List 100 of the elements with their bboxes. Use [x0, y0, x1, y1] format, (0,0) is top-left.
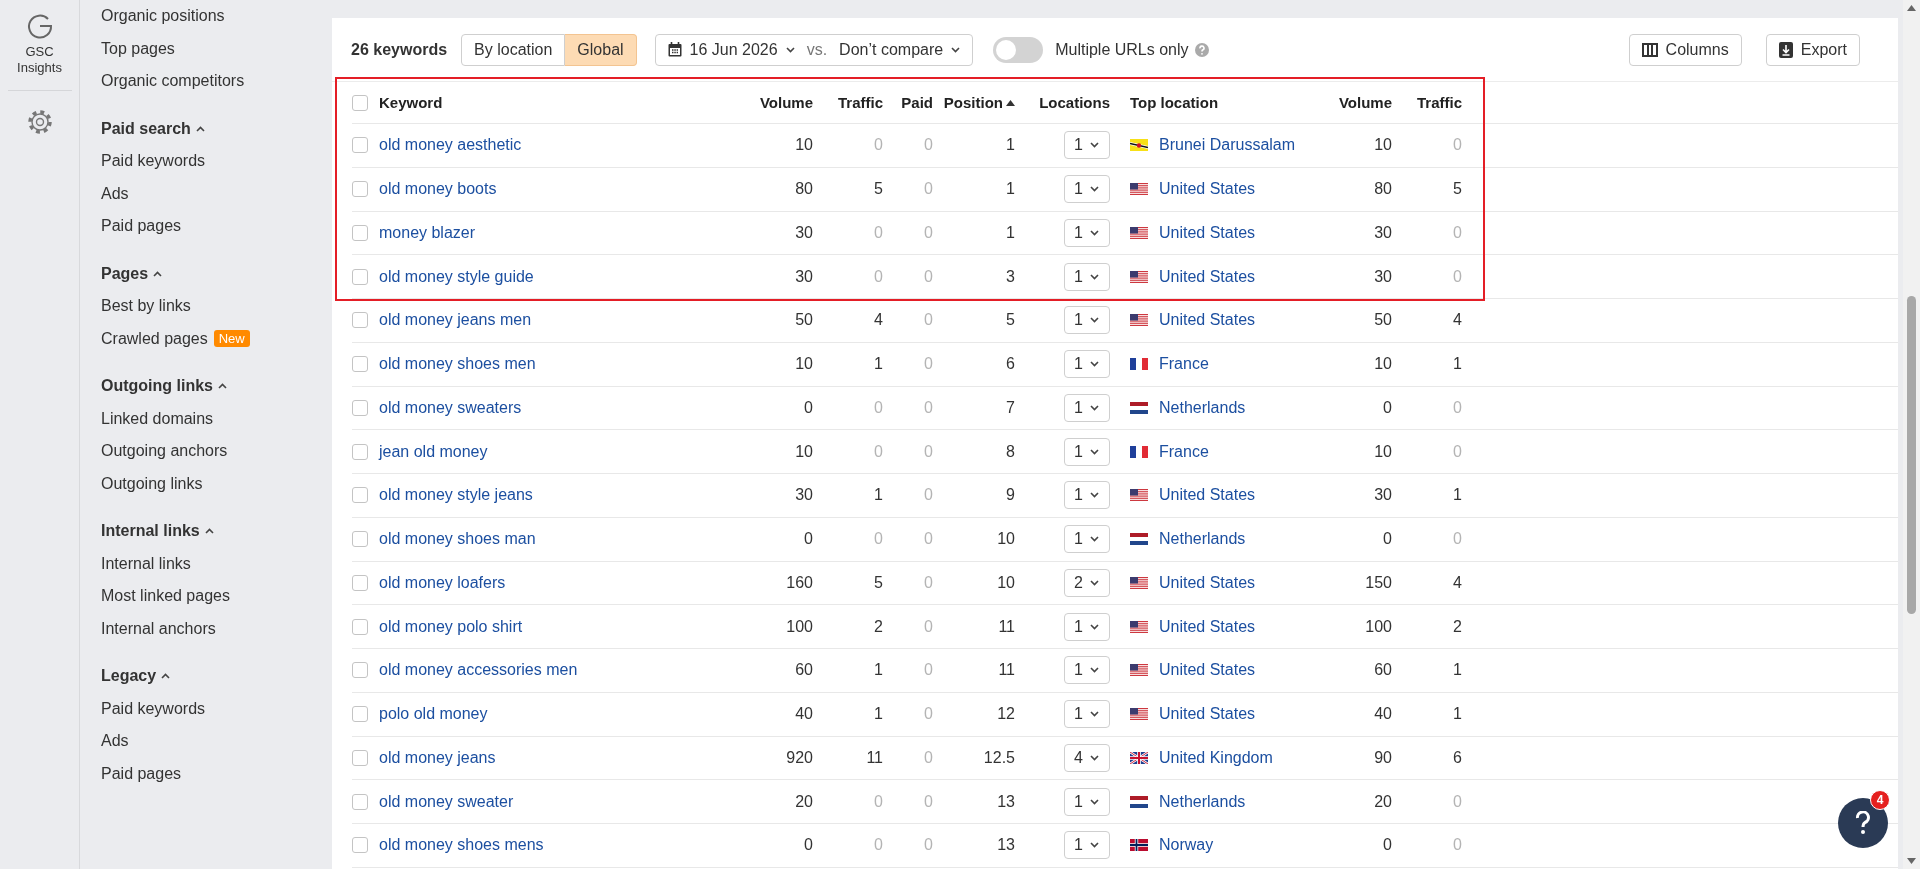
row-checkbox[interactable] [352, 268, 368, 285]
row-checkbox[interactable] [352, 487, 368, 504]
row-checkbox[interactable] [352, 224, 368, 241]
sidebar-link[interactable]: Internal anchors [101, 612, 216, 645]
country-link[interactable]: France [1159, 442, 1209, 461]
locations-dropdown[interactable]: 1 [1064, 393, 1110, 422]
keyword-link[interactable]: old money sweater [379, 792, 514, 811]
sidebar-link[interactable]: Organic competitors [101, 65, 245, 98]
country-link[interactable]: United States [1159, 223, 1256, 242]
column-header[interactable]: Volume [1338, 94, 1392, 111]
export-button[interactable]: Export [1765, 33, 1860, 66]
sidebar-link[interactable]: Most linked pages [101, 580, 230, 613]
keyword-link[interactable]: old money boots [379, 180, 497, 199]
scroll-up-icon[interactable] [1907, 5, 1916, 11]
sidebar-link[interactable]: Paid keywords [101, 145, 206, 178]
toggle-switch[interactable] [993, 36, 1044, 63]
row-checkbox[interactable] [352, 181, 368, 198]
locations-dropdown[interactable]: 1 [1064, 218, 1110, 247]
sidebar-link[interactable]: Internal links [101, 547, 191, 580]
column-header[interactable]: Paid [901, 94, 933, 111]
country-link[interactable]: France [1159, 355, 1209, 374]
keyword-link[interactable]: old money style jeans [379, 486, 533, 505]
locations-dropdown[interactable]: 1 [1064, 262, 1110, 291]
keyword-link[interactable]: polo old money [379, 705, 488, 724]
locations-dropdown[interactable]: 1 [1064, 131, 1110, 160]
row-checkbox[interactable] [352, 137, 368, 154]
sidebar-link[interactable]: Paid pages [101, 210, 182, 243]
country-link[interactable]: United States [1159, 311, 1256, 330]
sidebar-section-header[interactable]: Paid search [101, 112, 205, 145]
scope-tab[interactable]: By location [461, 33, 566, 66]
locations-dropdown[interactable]: 1 [1064, 525, 1110, 554]
sidebar-link[interactable]: Outgoing anchors [101, 435, 228, 468]
sidebar-section-header[interactable]: Internal links [101, 515, 214, 548]
sidebar-link[interactable]: Linked domains [101, 402, 214, 435]
column-header[interactable]: Traffic [1417, 94, 1462, 111]
row-checkbox[interactable] [352, 837, 368, 854]
row-checkbox[interactable] [352, 706, 368, 723]
keyword-link[interactable]: old money shoes mens [379, 836, 544, 855]
locations-dropdown[interactable]: 4 [1064, 743, 1110, 772]
column-header[interactable]: Position [943, 94, 1015, 111]
sidebar-link[interactable]: Ads [101, 725, 129, 758]
keyword-link[interactable]: old money loafers [379, 573, 506, 592]
keyword-link[interactable]: old money jeans [379, 748, 496, 767]
country-link[interactable]: United States [1159, 573, 1256, 592]
keyword-link[interactable]: old money polo shirt [379, 617, 523, 636]
row-checkbox[interactable] [352, 618, 368, 635]
locations-dropdown[interactable]: 1 [1064, 612, 1110, 641]
column-header[interactable]: Volume [759, 94, 813, 111]
keyword-link[interactable]: jean old money [379, 442, 488, 461]
locations-dropdown[interactable]: 2 [1064, 568, 1110, 597]
sidebar-link[interactable]: Outgoing links [101, 467, 203, 500]
sidebar-link[interactable]: Top pages [101, 32, 175, 65]
keyword-link[interactable]: old money shoes man [379, 530, 536, 549]
column-header[interactable]: Locations [1039, 94, 1110, 111]
sidebar-section-header[interactable]: Legacy [101, 660, 171, 693]
row-checkbox[interactable] [352, 312, 368, 329]
country-link[interactable]: United States [1159, 486, 1256, 505]
help-icon[interactable] [1194, 42, 1209, 57]
sidebar-link[interactable]: Crawled pages [101, 322, 208, 355]
row-checkbox[interactable] [352, 443, 368, 460]
scroll-down-icon[interactable] [1907, 858, 1916, 864]
row-checkbox[interactable] [352, 399, 368, 416]
country-link[interactable]: Netherlands [1159, 530, 1246, 549]
keyword-link[interactable]: old money sweaters [379, 398, 522, 417]
column-header[interactable]: Keyword [379, 94, 443, 111]
sidebar-link[interactable]: Paid pages [101, 757, 182, 790]
date-compare-dropdown[interactable]: 16 Jun 2026 vs. Don’t compare [654, 33, 974, 66]
locations-dropdown[interactable]: 1 [1064, 306, 1110, 335]
sidebar-link[interactable]: Organic positions [101, 0, 225, 33]
row-checkbox[interactable] [352, 356, 368, 373]
country-link[interactable]: Norway [1159, 836, 1214, 855]
keyword-link[interactable]: old money style guide [379, 267, 534, 286]
locations-dropdown[interactable]: 1 [1064, 787, 1110, 816]
locations-dropdown[interactable]: 1 [1064, 175, 1110, 204]
keyword-link[interactable]: old money jeans men [379, 311, 532, 330]
sidebar-section-header[interactable]: Outgoing links [101, 370, 227, 403]
country-link[interactable]: United States [1159, 705, 1256, 724]
sidebar-section-header[interactable]: Pages [101, 257, 163, 290]
locations-dropdown[interactable]: 1 [1064, 656, 1110, 685]
row-checkbox[interactable] [352, 531, 368, 548]
keyword-link[interactable]: old money aesthetic [379, 136, 522, 155]
select-all-checkbox[interactable] [352, 94, 368, 111]
country-link[interactable]: United States [1159, 267, 1256, 286]
scope-tab[interactable]: Global [565, 33, 637, 66]
row-checkbox[interactable] [352, 574, 368, 591]
row-checkbox[interactable] [352, 793, 368, 810]
locations-dropdown[interactable]: 1 [1064, 481, 1110, 510]
keyword-link[interactable]: old money shoes men [379, 355, 536, 374]
sidebar-link[interactable]: Best by links [101, 290, 191, 323]
row-checkbox[interactable] [352, 749, 368, 766]
country-link[interactable]: United States [1159, 180, 1256, 199]
country-link[interactable]: United States [1159, 661, 1256, 680]
country-link[interactable]: Netherlands [1159, 792, 1246, 811]
country-link[interactable]: Netherlands [1159, 398, 1246, 417]
locations-dropdown[interactable]: 1 [1064, 437, 1110, 466]
row-checkbox[interactable] [352, 662, 368, 679]
country-link[interactable]: United States [1159, 617, 1256, 636]
logo-icon[interactable] [25, 12, 54, 40]
keyword-link[interactable]: old money accessories men [379, 661, 578, 680]
sidebar-link[interactable]: Ads [101, 177, 129, 210]
